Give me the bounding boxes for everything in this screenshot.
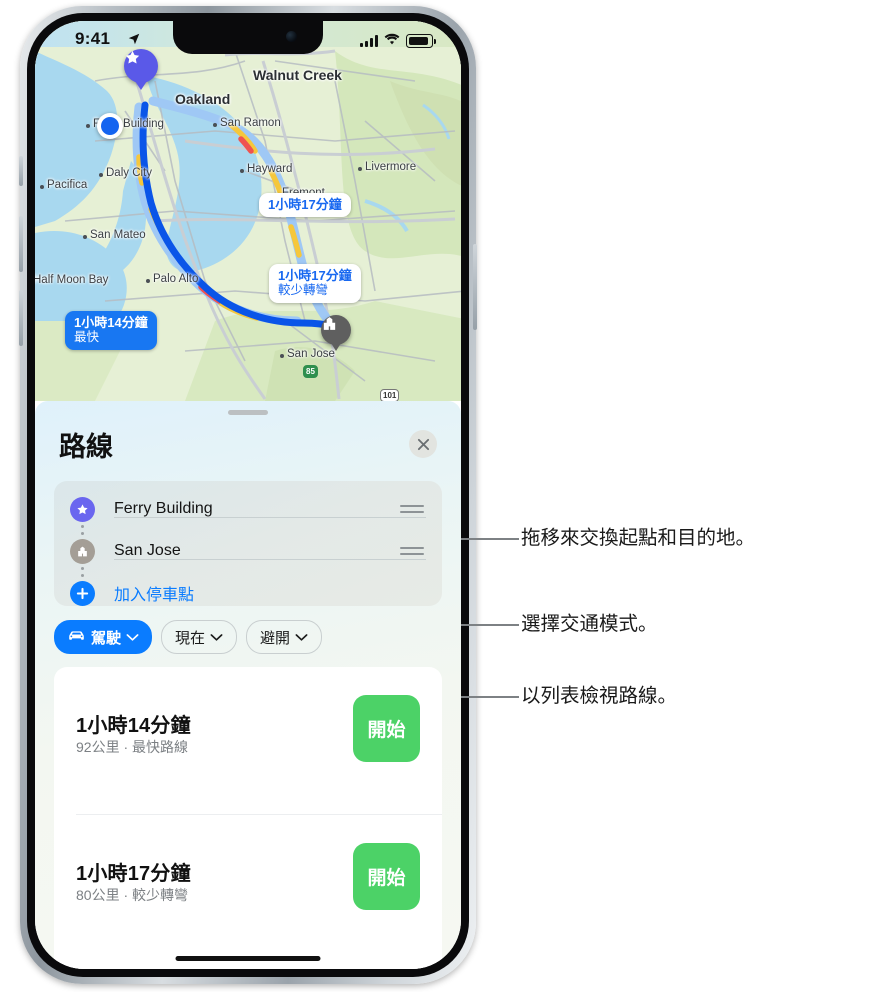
user-location-dot [97, 113, 123, 139]
map-place-label: Daly City [106, 167, 153, 179]
device-bezel: Walnut Creek Oakland San Ramon Ferry Buildi… [27, 13, 469, 977]
home-indicator [175, 956, 321, 961]
filter-pill-row: 駕駛 現在 避開 [54, 620, 323, 654]
chevron-down-icon [295, 629, 308, 646]
volume-up-button[interactable] [19, 216, 23, 272]
plus-icon [70, 580, 95, 606]
iphone-device-frame: Walnut Creek Oakland San Ramon Ferry Buildi… [19, 6, 477, 984]
map-place-dot [86, 124, 90, 128]
map-place-label: Livermore [365, 161, 417, 173]
route-label-fastest[interactable]: 1小時14分鐘 最快 [65, 311, 157, 351]
building-icon [70, 538, 95, 564]
start-route-button[interactable]: 開始 [353, 695, 420, 762]
device-screen: Walnut Creek Oakland San Ramon Ferry Buildi… [35, 21, 461, 969]
volume-down-button[interactable] [19, 290, 23, 346]
map-place-label: San Mateo [90, 229, 146, 241]
route-label-note: 較少轉彎 [278, 283, 329, 298]
wifi-icon [384, 32, 400, 50]
waypoint-label-destination: San Jose [114, 542, 181, 559]
map-place-dot [280, 354, 284, 358]
sheet-grabber-handle[interactable] [228, 410, 268, 415]
start-route-button[interactable]: 開始 [353, 843, 420, 910]
map-place-dot [213, 123, 217, 127]
drag-handle-origin[interactable] [400, 501, 424, 516]
route-detail: 80公里 · 較少轉彎 [76, 887, 189, 903]
location-arrow-icon [127, 32, 141, 51]
map-place-label: Half Moon Bay [35, 274, 109, 286]
avoid-options-label: 避開 [260, 629, 291, 647]
map-place-dot [99, 173, 103, 177]
route-label-note: 最快 [74, 330, 100, 345]
transport-mode-driving-label: 駕駛 [91, 629, 122, 647]
routes-list: 1小時14分鐘 92公里 · 最快路線 開始 1小時17分鐘 80公里 · 較少轉彎 開始 [54, 667, 442, 969]
departure-time-label: 現在 [175, 629, 206, 647]
add-stop-row[interactable]: 加入停車點 [54, 573, 442, 613]
page-title: 路線 [59, 432, 113, 462]
status-bar: 9:41 [35, 21, 461, 61]
callout-text-3: 以列表檢視路線。 [521, 685, 678, 707]
map-view[interactable]: Walnut Creek Oakland San Ramon Ferry Buildi… [35, 21, 461, 401]
route-label-duration: 1小時17分鐘 [278, 268, 352, 283]
cellular-bars-icon [360, 35, 378, 47]
waypoints-card: Ferry Building San Jose 加入停車點 [54, 481, 442, 606]
map-place-label: Oakland [175, 91, 231, 107]
route-detail: 92公里 · 最快路線 [76, 739, 189, 755]
destination-building-pin-icon[interactable] [321, 315, 351, 345]
avoid-options[interactable]: 避開 [246, 620, 323, 654]
map-place-dot [240, 169, 244, 173]
close-icon [417, 438, 429, 450]
callout-text-1: 拖移來交換起點和目的地。 [521, 527, 756, 549]
map-place-label: Pacifica [47, 179, 88, 191]
power-button[interactable] [473, 244, 477, 330]
chevron-down-icon [126, 629, 139, 646]
route-label-duration: 1小時14分鐘 [74, 315, 148, 330]
route-label-alt2[interactable]: 1小時17分鐘 較少轉彎 [269, 264, 361, 304]
add-stop-label: 加入停車點 [114, 587, 195, 604]
route-label-alt1[interactable]: 1小時17分鐘 [259, 193, 351, 218]
directions-sheet: 路線 Ferry Building San Jose 加入停車點 駕駛 現在 避… [35, 401, 461, 969]
silent-switch[interactable] [19, 156, 23, 186]
waypoint-row-destination[interactable]: San Jose [54, 531, 442, 571]
map-place-label: Walnut Creek [253, 67, 342, 83]
transport-mode-driving[interactable]: 駕駛 [54, 620, 153, 654]
map-place-label: Hayward [247, 163, 293, 175]
waypoint-label-origin: Ferry Building [114, 500, 213, 517]
route-duration: 1小時14分鐘 [76, 715, 191, 737]
chevron-down-icon [210, 629, 223, 646]
departure-time[interactable]: 現在 [161, 620, 238, 654]
waypoint-row-origin[interactable]: Ferry Building [54, 489, 442, 529]
battery-icon [406, 34, 436, 48]
building-icon [323, 317, 336, 330]
highway-shield-101: 101 [380, 389, 400, 401]
map-place-label: San Jose [287, 348, 335, 360]
waypoint-divider-1 [114, 517, 426, 518]
map-place-label: San Ramon [220, 117, 281, 129]
status-indicators [360, 32, 436, 50]
status-time: 9:41 [75, 29, 111, 48]
route-label-duration: 1小時17分鐘 [268, 197, 342, 212]
highway-shield-85: 85 [303, 365, 318, 378]
car-icon [67, 629, 86, 646]
map-place-label: Palo Alto [153, 273, 199, 285]
callout-text-2: 選擇交通模式。 [521, 613, 658, 635]
map-place-dot [146, 279, 150, 283]
route-option-row[interactable]: 1小時14分鐘 92公里 · 最快路線 開始 [54, 667, 442, 815]
waypoint-divider-2 [114, 559, 426, 560]
route-option-row[interactable]: 1小時17分鐘 80公里 · 較少轉彎 開始 [54, 815, 442, 963]
drag-handle-destination[interactable] [400, 543, 424, 558]
star-icon [70, 496, 95, 522]
map-place-dot [40, 185, 44, 189]
map-place-dot [358, 167, 362, 171]
close-button[interactable] [409, 430, 437, 458]
map-place-dot [83, 235, 87, 239]
route-duration: 1小時17分鐘 [76, 863, 191, 885]
